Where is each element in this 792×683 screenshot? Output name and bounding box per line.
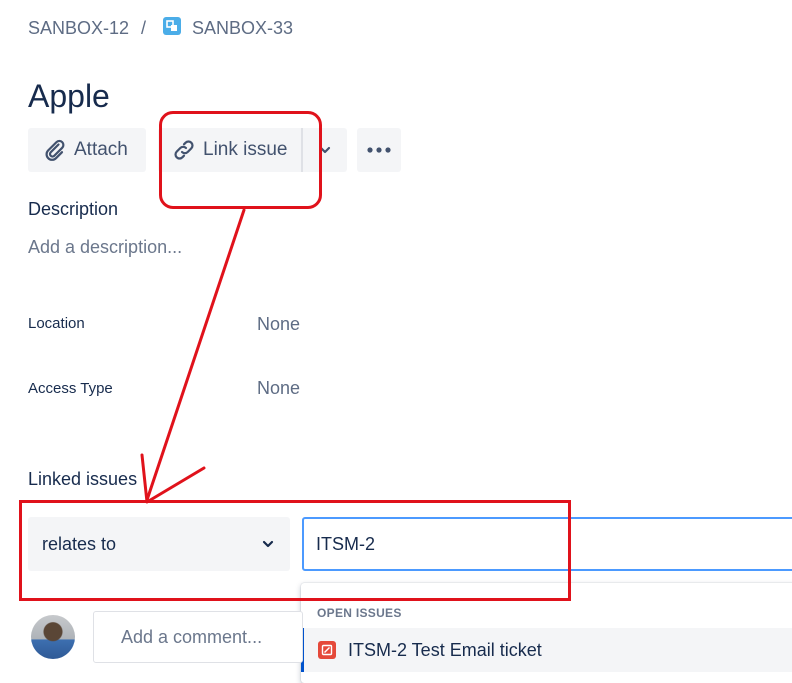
breadcrumb-parent[interactable]: SANBOX-12	[28, 16, 129, 40]
breadcrumb-separator: /	[141, 18, 147, 38]
annotation-highlight-link-issue	[159, 111, 322, 209]
breadcrumb-current[interactable]: SANBOX-33	[192, 16, 293, 40]
access-type-value[interactable]: None	[257, 378, 300, 399]
more-actions-button[interactable]	[357, 128, 401, 172]
dropdown-section-header: OPEN ISSUES	[317, 606, 402, 620]
avatar	[31, 615, 75, 659]
location-value[interactable]: None	[257, 314, 300, 335]
subtask-icon	[163, 17, 181, 35]
incident-icon	[318, 641, 336, 659]
more-icon	[366, 146, 392, 154]
location-label: Location	[28, 315, 85, 332]
suggestion-item[interactable]: ITSM-2 Test Email ticket	[301, 628, 792, 672]
attach-button[interactable]: Attach	[28, 128, 146, 172]
issue-title[interactable]: Apple	[28, 76, 110, 116]
suggestion-label: ITSM-2 Test Email ticket	[348, 639, 542, 660]
comment-input[interactable]: Add a comment...	[93, 611, 303, 663]
attach-label: Attach	[74, 139, 128, 160]
description-field[interactable]: Add a description...	[28, 237, 182, 258]
comment-placeholder: Add a comment...	[121, 626, 263, 647]
annotation-highlight-linked-issues	[19, 500, 571, 601]
linked-issues-title: Linked issues	[28, 469, 138, 489]
paperclip-icon	[42, 138, 66, 162]
access-type-label: Access Type	[28, 380, 113, 397]
description-label: Description	[28, 199, 119, 219]
